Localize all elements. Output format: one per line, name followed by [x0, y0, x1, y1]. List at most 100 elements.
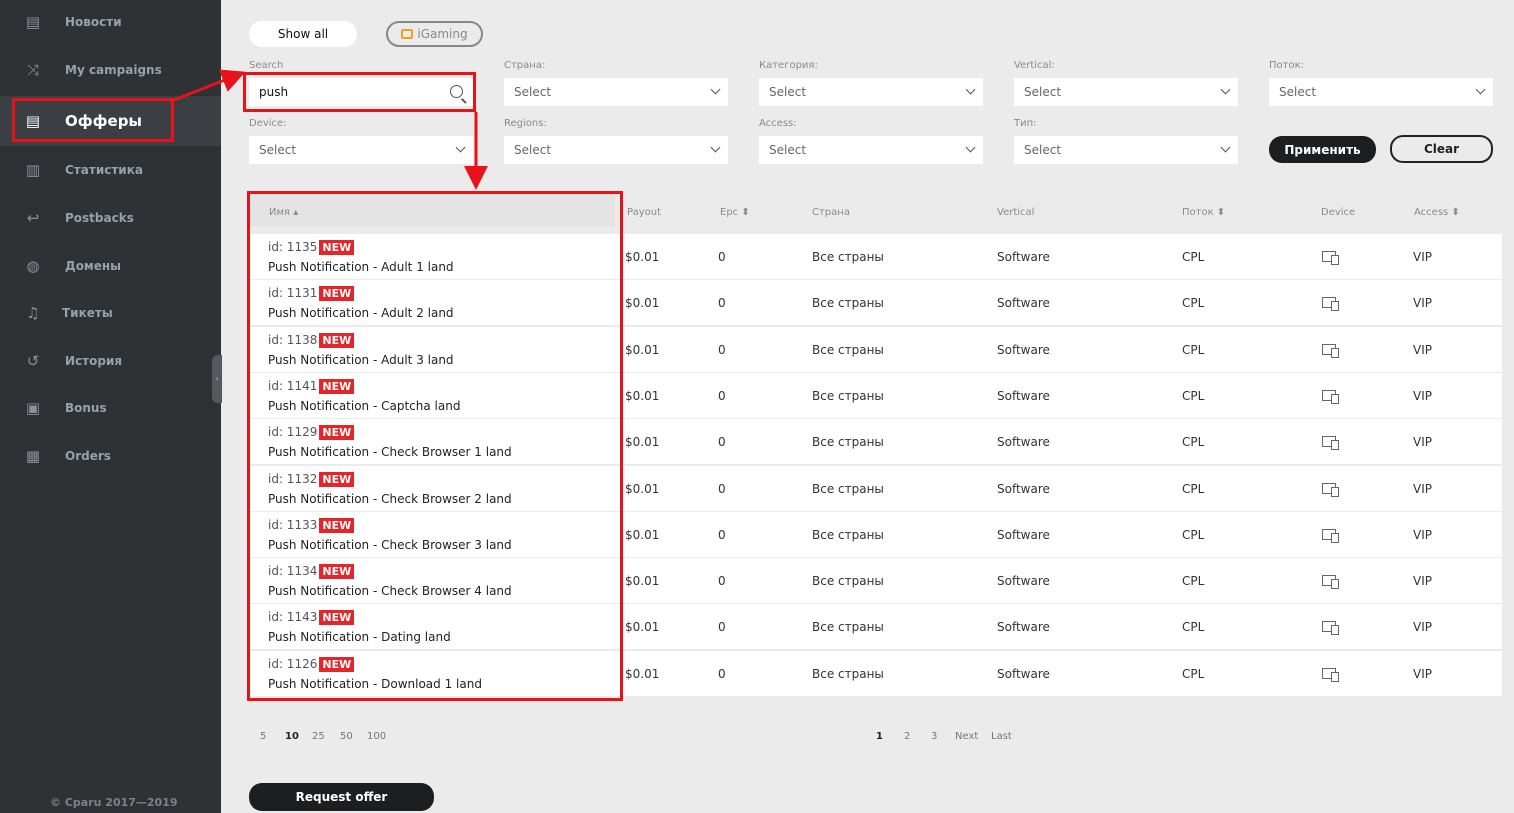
offer-id: id: 1129 NEW [268, 425, 355, 441]
table-row[interactable]: id: 1126 NEW Push Notification - Download … [249, 650, 1502, 696]
gift-icon: ▣ [25, 399, 41, 417]
page-size-10[interactable]: 10 [285, 731, 299, 742]
offer-id-text: id: 1141 [268, 378, 318, 393]
offer-name-link[interactable]: Push Notification - Adult 2 land [268, 306, 454, 320]
header-access-label: Access [1414, 207, 1449, 218]
offer-id-text: id: 1126 [268, 656, 318, 671]
header-name-label: Имя [269, 207, 291, 218]
new-badge: NEW [319, 610, 355, 626]
cell-country: Все страны [812, 296, 884, 311]
cell-epc: 0 [718, 388, 726, 403]
sidebar-item-domains[interactable]: ◍ Домены [0, 251, 221, 281]
igaming-button[interactable]: iGaming [386, 21, 483, 47]
page-size-25[interactable]: 25 [312, 731, 325, 742]
offer-name-link[interactable]: Push Notification - Check Browser 3 land [268, 538, 512, 552]
table-row[interactable]: id: 1135 NEW Push Notification - Adult 1 l… [249, 234, 1502, 279]
table-row[interactable]: id: 1134 NEW Push Notification - Check Bro… [249, 558, 1502, 604]
offer-id-text: id: 1131 [268, 286, 318, 301]
offer-name-link[interactable]: Push Notification - Adult 3 land [268, 353, 454, 367]
bell-icon: ♫ [26, 304, 40, 322]
offer-name-link[interactable]: Push Notification - Check Browser 4 land [268, 584, 512, 598]
offer-name-link[interactable]: Push Notification - Captcha land [268, 399, 460, 413]
offer-id-text: id: 1135 [268, 240, 318, 254]
return-icon: ↩ [26, 209, 40, 227]
page-size-50[interactable]: 50 [340, 731, 353, 742]
sidebar-item-bonus[interactable]: ▣ Bonus [0, 393, 221, 423]
sidebar-item-postbacks[interactable]: ↩ Postbacks [0, 203, 221, 233]
page-size-100[interactable]: 100 [367, 731, 386, 742]
new-badge: NEW [319, 378, 355, 394]
page-1[interactable]: 1 [876, 731, 883, 742]
cell-access: VIP [1413, 388, 1432, 403]
page-size-5[interactable]: 5 [260, 731, 266, 742]
offer-name-link[interactable]: Push Notification - Dating land [268, 630, 451, 644]
clear-button[interactable]: Clear [1390, 135, 1493, 163]
page-last[interactable]: Last [991, 731, 1012, 742]
offer-id: id: 1126 NEW [268, 656, 355, 672]
offer-name-link[interactable]: Push Notification - Adult 1 land [268, 260, 454, 274]
country-select[interactable]: Select [504, 78, 728, 106]
category-select[interactable]: Select [759, 78, 983, 106]
table-row[interactable]: id: 1132 NEW Push Notification - Check Bro… [249, 465, 1502, 511]
device-select[interactable]: Select [249, 136, 473, 164]
cell-flow: CPL [1182, 342, 1205, 357]
sidebar-item-offers[interactable]: ▤ Офферы [0, 96, 221, 146]
cell-country: Все страны [812, 666, 884, 681]
header-flow[interactable]: Поток ⬍ [1182, 207, 1225, 218]
cell-vertical: Software [997, 342, 1050, 357]
cell-country: Все страны [812, 527, 884, 542]
offer-name-link[interactable]: Push Notification - Check Browser 2 land [268, 492, 512, 506]
offer-id-text: id: 1133 [268, 517, 318, 532]
sidebar-item-tickets[interactable]: ♫ Тикеты [0, 298, 221, 328]
cell-country: Все страны [812, 620, 884, 635]
new-badge: NEW [319, 240, 355, 255]
regions-label: Regions: [504, 118, 547, 129]
select-value: Select [1024, 85, 1062, 99]
device-icon [1322, 482, 1339, 497]
sidebar-item-orders[interactable]: ▦ Orders [0, 441, 221, 471]
search-field[interactable] [249, 78, 473, 106]
search-icon[interactable] [450, 85, 463, 98]
sidebar-item-my-campaigns[interactable]: ⤨ My campaigns [0, 55, 221, 85]
device-icon [1322, 436, 1339, 451]
page-3[interactable]: 3 [931, 731, 937, 742]
header-name[interactable]: Имя ▴ [269, 207, 298, 218]
type-select[interactable]: Select [1014, 136, 1238, 164]
sidebar-collapse-handle[interactable]: ‹ [212, 355, 222, 403]
new-badge: NEW [319, 332, 355, 348]
regions-select[interactable]: Select [504, 136, 728, 164]
cell-flow: CPL [1182, 620, 1205, 635]
page-2[interactable]: 2 [904, 731, 910, 742]
chevron-down-icon [1475, 84, 1486, 95]
sidebar-item-statistics[interactable]: ▥ Статистика [0, 155, 221, 185]
device-icon [1322, 575, 1339, 590]
cell-country: Все страны [812, 435, 884, 450]
cell-vertical: Software [997, 435, 1050, 450]
table-row[interactable]: id: 1131 NEW Push Notification - Adult 2 l… [249, 280, 1502, 326]
offer-name-link[interactable]: Push Notification - Download 1 land [268, 677, 482, 691]
access-select[interactable]: Select [759, 136, 983, 164]
device-icon [1322, 528, 1339, 543]
sidebar-item-label: Orders [65, 449, 111, 463]
search-input[interactable] [259, 83, 429, 101]
apply-button[interactable]: Применить [1269, 136, 1376, 163]
header-access[interactable]: Access ⬍ [1414, 207, 1460, 218]
request-offer-button[interactable]: Request offer [249, 783, 434, 811]
show-all-button[interactable]: Show all [249, 21, 357, 47]
sidebar-item-history[interactable]: ↺ История [0, 346, 221, 376]
table-row[interactable]: id: 1138 NEW Push Notification - Adult 3 l… [249, 326, 1502, 372]
new-badge: NEW [319, 517, 355, 533]
header-epc[interactable]: Epc ⬍ [720, 207, 750, 218]
flow-select[interactable]: Select [1269, 78, 1493, 106]
table-row[interactable]: id: 1143 NEW Push Notification - Dating la… [249, 604, 1502, 650]
offer-name-link[interactable]: Push Notification - Check Browser 1 land [268, 445, 512, 459]
table-row[interactable]: id: 1129 NEW Push Notification - Check Bro… [249, 419, 1502, 465]
sidebar-item-news[interactable]: ▤ Новости [0, 7, 221, 37]
device-icon [1322, 251, 1339, 265]
table-row[interactable]: id: 1133 NEW Push Notification - Check Bro… [249, 511, 1502, 557]
page-next[interactable]: Next [955, 731, 978, 742]
igaming-icon [401, 29, 414, 39]
vertical-select[interactable]: Select [1014, 78, 1238, 106]
table-row[interactable]: id: 1141 NEW Push Notification - Captcha l… [249, 372, 1502, 418]
device-icon [1322, 297, 1339, 312]
